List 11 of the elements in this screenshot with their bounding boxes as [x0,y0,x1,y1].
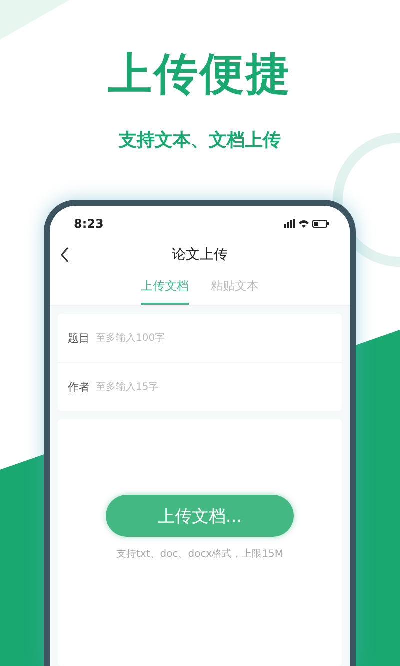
upload-button[interactable]: 上传文档... [106,495,294,537]
status-time: 8:23 [74,217,104,231]
status-icons [284,219,330,229]
upload-hint: 支持txt、doc、docx格式，上限15M [116,548,284,561]
screen-title: 论文上传 [172,246,228,264]
back-icon[interactable] [60,247,70,263]
field-label: 题目 [68,330,90,346]
subheadline: 支持文本、文档上传 [119,130,281,152]
field-label: 作者 [68,380,90,394]
headline: 上传便捷 [108,50,292,100]
tab[interactable]: 粘贴文本 [211,276,259,305]
